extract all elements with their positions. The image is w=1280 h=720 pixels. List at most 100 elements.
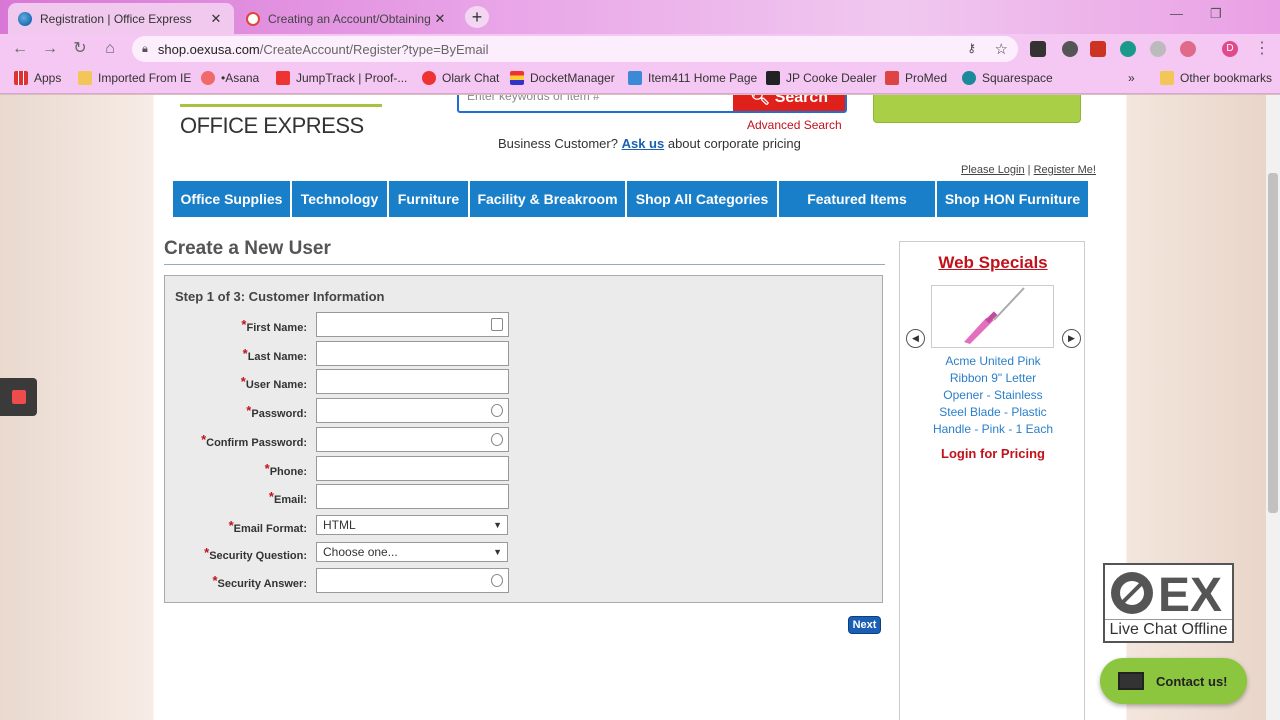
last-name-field[interactable]: [316, 341, 509, 366]
page-title: Create a New User: [164, 238, 331, 259]
bookmark-apps[interactable]: Apps: [14, 71, 61, 85]
extension-icon[interactable]: [1120, 41, 1136, 57]
advanced-search-link[interactable]: Advanced Search: [747, 118, 842, 132]
confirm-password-field[interactable]: [316, 427, 509, 452]
extension-icon[interactable]: [1180, 41, 1196, 57]
tab-title: Creating an Account/Obtaining a: [268, 11, 432, 26]
password-key-icon[interactable]: [491, 404, 503, 417]
search-input[interactable]: Enter keywords or item #: [467, 95, 600, 103]
close-tab-icon[interactable]: ✕: [208, 11, 224, 27]
new-tab-button[interactable]: +: [465, 6, 489, 28]
user-name-row: *User Name:: [165, 369, 525, 395]
envelope-icon: [1118, 672, 1144, 690]
bookmark-asana[interactable]: •Asana: [201, 71, 259, 85]
contact-card-icon[interactable]: [491, 318, 503, 331]
pdf-extension-icon[interactable]: [1090, 41, 1106, 57]
dropdown-arrow-icon: ▼: [493, 520, 502, 530]
page-viewport: OFFICE EXPRESS Enter keywords or item # …: [0, 95, 1280, 720]
nav-featured-items[interactable]: Featured Items: [779, 181, 935, 217]
reload-icon[interactable]: ↻: [70, 39, 90, 59]
back-arrow-icon[interactable]: ←: [10, 39, 30, 59]
ask-us-link[interactable]: Ask us: [622, 136, 665, 151]
minimize-icon[interactable]: —: [1170, 6, 1183, 21]
browser-toolbar: ← → ↻ ⌂ 🔒︎ shop.oexusa.com /CreateAccoun…: [0, 34, 1280, 64]
password-key-icon[interactable]: [491, 433, 503, 446]
nav-shop-all-categories[interactable]: Shop All Categories: [627, 181, 777, 217]
close-tab-icon[interactable]: ✕: [432, 11, 448, 27]
bookmark-docketmanager[interactable]: DocketManager: [510, 71, 615, 85]
prev-special-icon[interactable]: ◀: [906, 329, 925, 348]
email-format-select[interactable]: HTML ▼: [316, 515, 508, 535]
dropdown-arrow-icon: ▼: [493, 547, 502, 557]
promo-banner[interactable]: [873, 95, 1081, 123]
product-description[interactable]: Acme United Pink Ribbon 9" Letter Opener…: [910, 353, 1076, 438]
oex-logo-icon: EX: [1111, 569, 1222, 617]
bookmark-squarespace[interactable]: Squarespace: [962, 71, 1053, 85]
folder-icon: [1160, 71, 1174, 85]
forward-arrow-icon[interactable]: →: [40, 39, 60, 59]
bookmark-jpcooke[interactable]: JP Cooke Dealer: [766, 71, 877, 85]
product-image[interactable]: [931, 285, 1054, 348]
folder-icon: [78, 71, 92, 85]
bookmark-promed[interactable]: ProMed: [885, 71, 947, 85]
first-name-field[interactable]: [316, 312, 509, 337]
extension-icon[interactable]: [1150, 41, 1166, 57]
bookmark-other[interactable]: Other bookmarks: [1160, 71, 1272, 85]
security-answer-field[interactable]: [316, 568, 509, 593]
email-field[interactable]: [316, 484, 509, 509]
extension-icon[interactable]: [1062, 41, 1078, 57]
password-label: *Password:: [246, 403, 307, 420]
login-for-pricing[interactable]: Login for Pricing: [900, 446, 1086, 461]
home-icon[interactable]: ⌂: [100, 39, 120, 59]
tab-creating-account[interactable]: Creating an Account/Obtaining a ✕: [236, 3, 458, 34]
bookmark-jumptrack[interactable]: JumpTrack | Proof-...: [276, 71, 407, 85]
docketmanager-icon: [510, 71, 524, 85]
nav-shop-hon-furniture[interactable]: Shop HON Furniture: [937, 181, 1088, 217]
jpcooke-icon: [766, 71, 780, 85]
account-links: Please Login | Register Me!: [961, 164, 1096, 176]
nav-office-supplies[interactable]: Office Supplies: [173, 181, 290, 217]
contact-us-button[interactable]: Contact us!: [1100, 658, 1247, 704]
search-button[interactable]: 🔍︎ Search: [733, 95, 845, 111]
tab-registration[interactable]: Registration | Office Express ✕: [8, 3, 234, 34]
page-scrollbar[interactable]: [1266, 95, 1280, 720]
password-key-icon[interactable]: [491, 574, 503, 587]
bookmark-imported-ie[interactable]: Imported From IE: [78, 71, 191, 85]
security-answer-label: *Security Answer:: [212, 573, 307, 590]
nav-technology[interactable]: Technology: [292, 181, 387, 217]
bookmarks-overflow-icon[interactable]: »: [1128, 71, 1135, 85]
squarespace-icon: [962, 71, 976, 85]
profile-avatar[interactable]: D: [1222, 41, 1238, 57]
next-special-icon[interactable]: ▶: [1062, 329, 1081, 348]
web-specials-title[interactable]: Web Specials: [900, 253, 1086, 273]
olark-icon: [422, 71, 436, 85]
password-field[interactable]: [316, 398, 509, 423]
next-button[interactable]: Next: [848, 616, 881, 634]
nav-furniture[interactable]: Furniture: [389, 181, 468, 217]
extension-icon[interactable]: [1030, 41, 1046, 57]
site-logo[interactable]: OFFICE EXPRESS: [180, 113, 364, 139]
nav-facility-breakroom[interactable]: Facility & Breakroom: [470, 181, 625, 217]
confirm-password-row: *Confirm Password:: [165, 427, 525, 453]
title-divider: [164, 264, 885, 265]
security-question-select[interactable]: Choose one... ▼: [316, 542, 508, 562]
scrollbar-thumb[interactable]: [1268, 173, 1278, 513]
user-name-field[interactable]: [316, 369, 509, 394]
item411-icon: [628, 71, 642, 85]
site-content: OFFICE EXPRESS Enter keywords or item # …: [155, 95, 1110, 720]
key-icon[interactable]: ⚷: [967, 41, 976, 55]
please-login-link[interactable]: Please Login: [961, 164, 1025, 176]
bookmark-item411[interactable]: Item411 Home Page: [628, 71, 757, 85]
phone-row: *Phone:: [165, 456, 525, 482]
bookmark-star-icon[interactable]: ☆: [995, 40, 1008, 58]
phone-field[interactable]: [316, 456, 509, 481]
svg-text:EX: EX: [1158, 569, 1222, 617]
live-chat-badge[interactable]: EX Live Chat Offline: [1103, 563, 1234, 643]
restore-icon[interactable]: ❐: [1210, 6, 1222, 22]
recording-widget[interactable]: [0, 378, 37, 416]
register-me-link[interactable]: Register Me!: [1034, 164, 1096, 176]
menu-dots-icon[interactable]: ⋮: [1252, 39, 1272, 59]
email-format-row: *Email Format: HTML ▼: [165, 513, 525, 539]
address-bar[interactable]: 🔒︎ shop.oexusa.com /CreateAccount/Regist…: [132, 36, 1018, 62]
bookmark-olark[interactable]: Olark Chat: [422, 71, 499, 85]
